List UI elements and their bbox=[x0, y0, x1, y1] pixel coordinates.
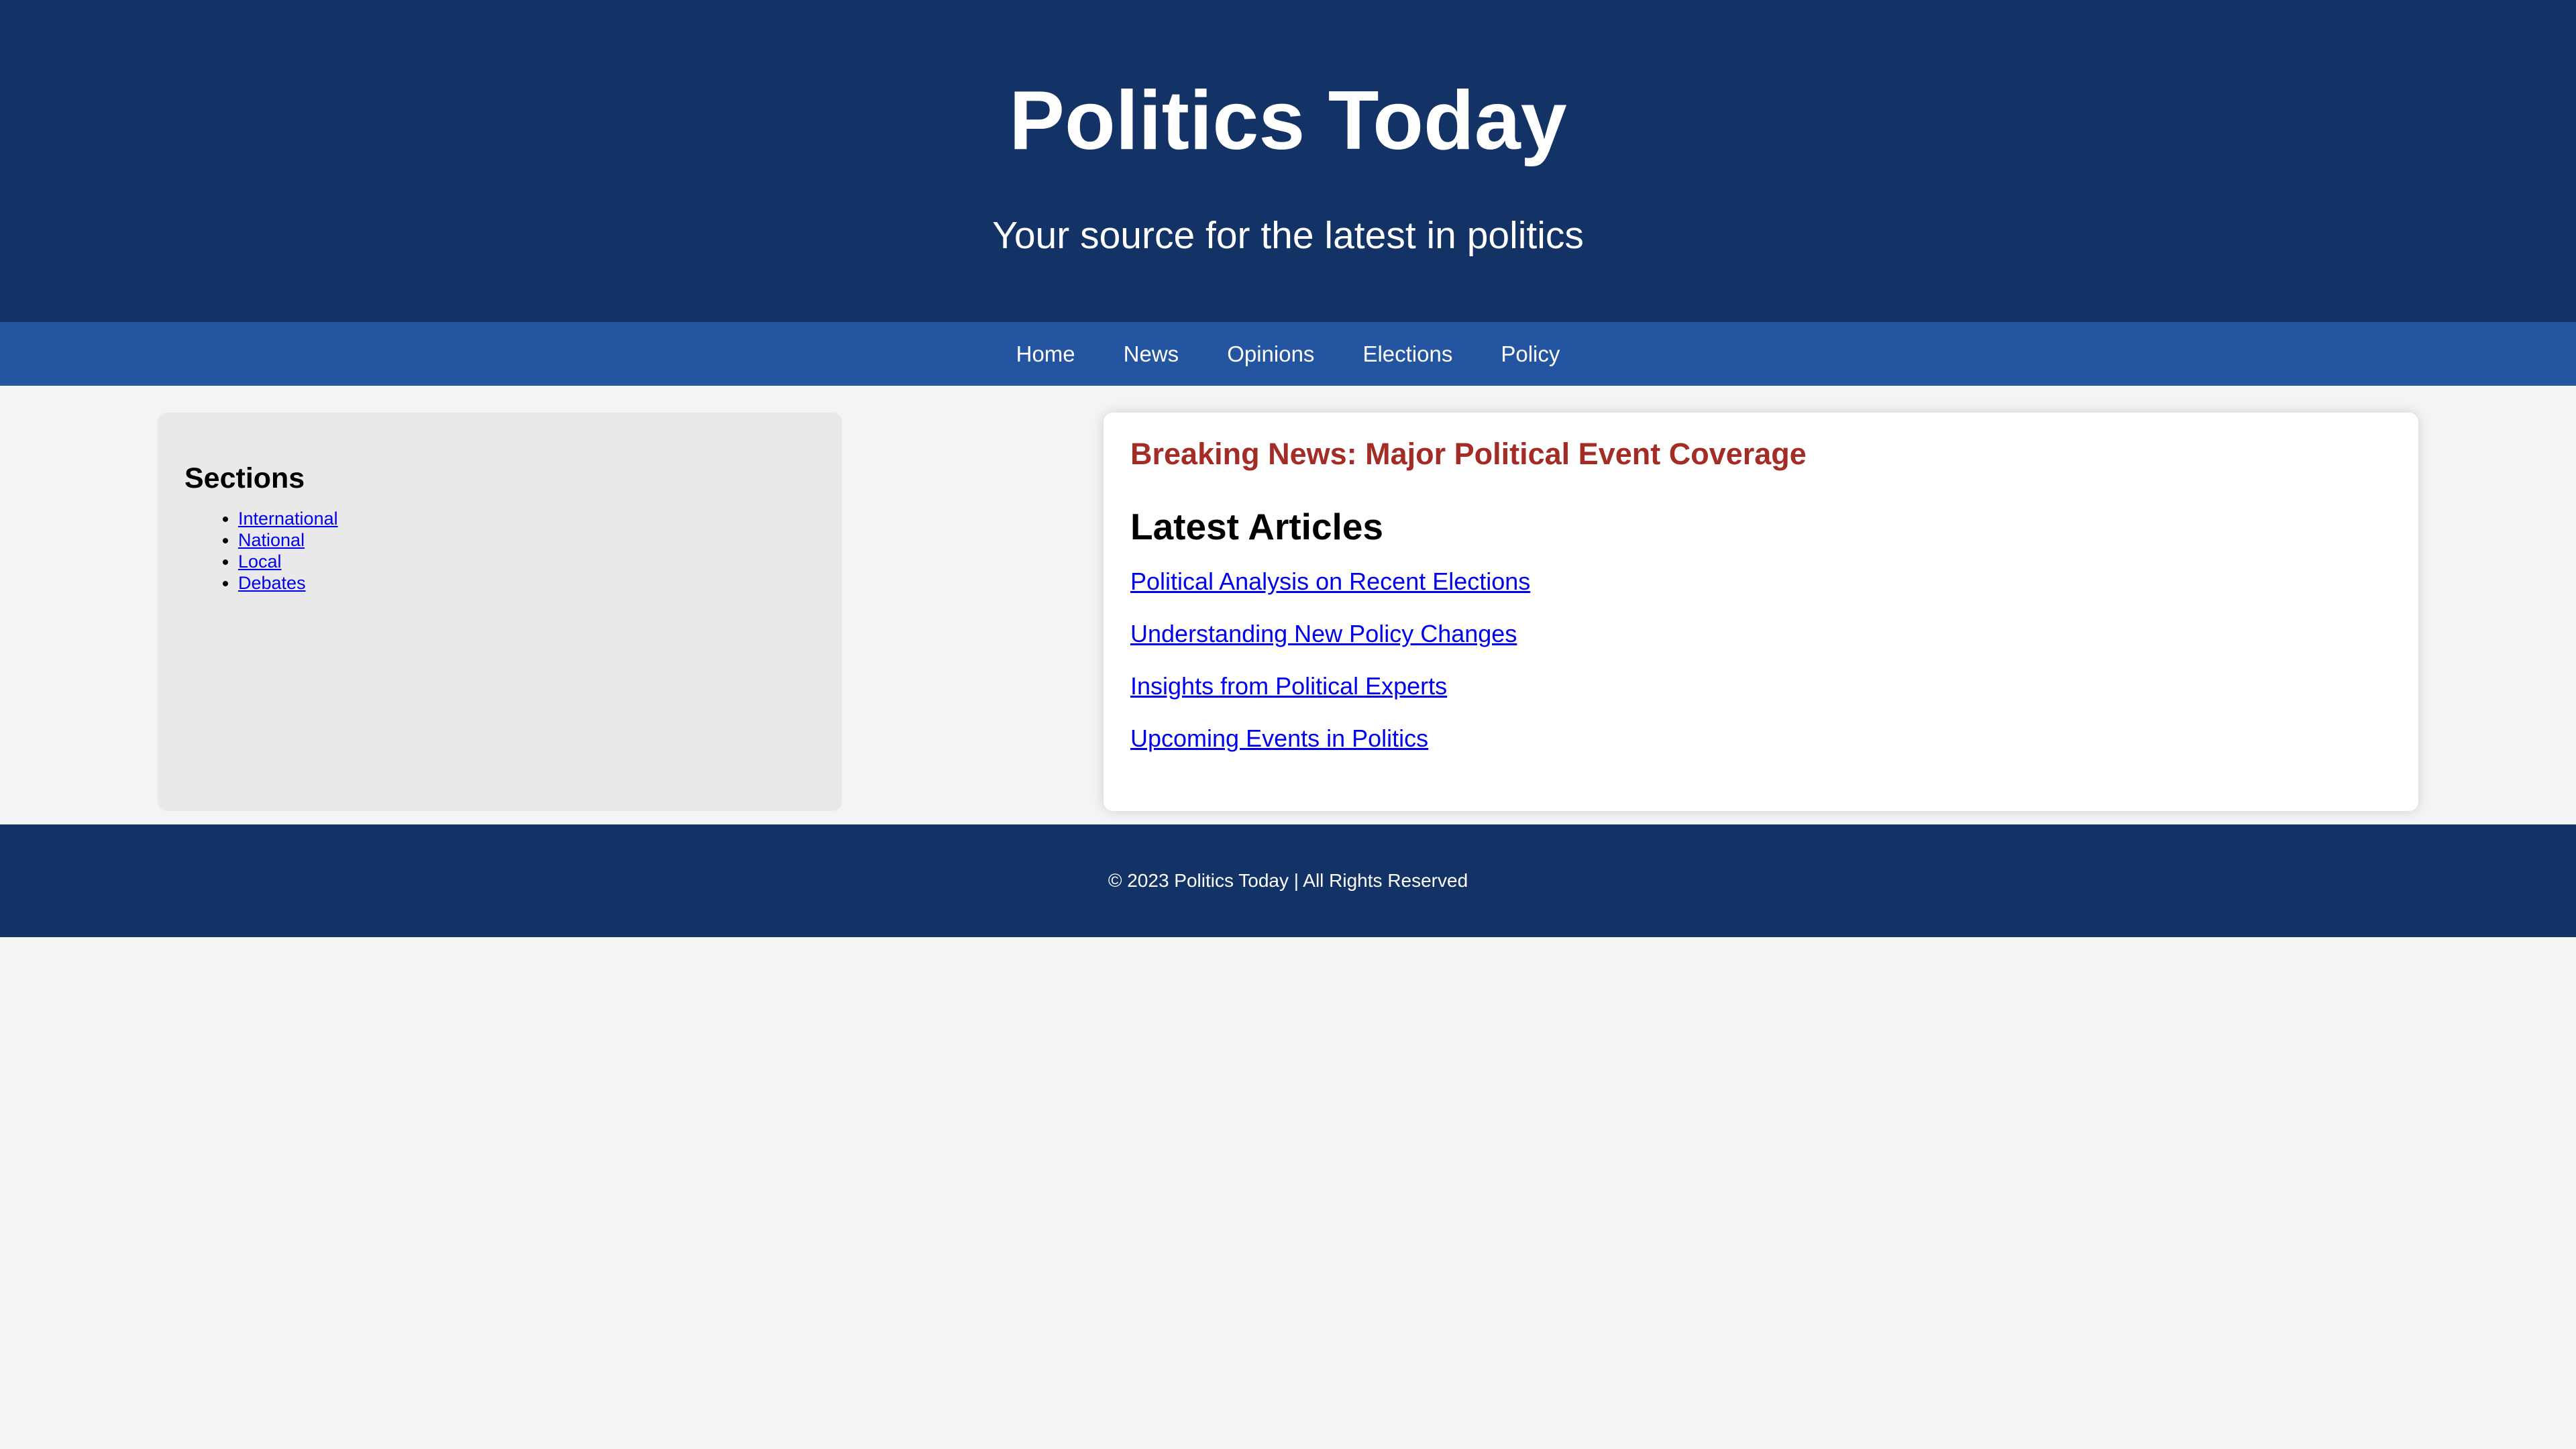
sidebar-heading: Sections bbox=[184, 462, 305, 494]
sidebar-item-national: National bbox=[238, 529, 815, 551]
site-title: Politics Today bbox=[1009, 74, 1567, 167]
nav-elections[interactable]: Elections bbox=[1338, 322, 1477, 386]
sidebar-link-international[interactable]: International bbox=[238, 508, 338, 529]
article-link-policy-changes[interactable]: Understanding New Policy Changes bbox=[1130, 620, 1517, 647]
article-item: Political Analysis on Recent Elections bbox=[1130, 566, 2392, 598]
main-content: Breaking News: Major Political Event Cov… bbox=[1104, 413, 2418, 811]
article-item: Insights from Political Experts bbox=[1130, 670, 2392, 702]
nav-opinions[interactable]: Opinions bbox=[1203, 322, 1338, 386]
latest-articles-heading: Latest Articles bbox=[1130, 506, 1383, 547]
sections-list: International National Local Debates bbox=[184, 508, 815, 594]
sections-sidebar: Sections International National Local De… bbox=[158, 413, 842, 811]
sidebar-link-national[interactable]: National bbox=[238, 530, 305, 550]
sidebar-link-debates[interactable]: Debates bbox=[238, 573, 306, 593]
site-tagline: Your source for the latest in politics bbox=[992, 214, 1584, 257]
main-nav: Home News Opinions Elections Policy bbox=[0, 322, 2576, 386]
article-link-elections-analysis[interactable]: Political Analysis on Recent Elections bbox=[1130, 568, 1530, 595]
main-area: Sections International National Local De… bbox=[0, 386, 2576, 824]
footer-copyright: © 2023 Politics Today | All Rights Reser… bbox=[1108, 870, 1468, 891]
nav-policy[interactable]: Policy bbox=[1477, 322, 1584, 386]
breaking-news-headline: Breaking News: Major Political Event Cov… bbox=[1130, 437, 1807, 471]
site-header: Politics Today Your source for the lates… bbox=[0, 0, 2576, 322]
article-item: Understanding New Policy Changes bbox=[1130, 618, 2392, 650]
sidebar-item-international: International bbox=[238, 508, 815, 529]
article-item: Upcoming Events in Politics bbox=[1130, 722, 2392, 755]
articles-list: Political Analysis on Recent Elections U… bbox=[1130, 566, 2392, 755]
sidebar-link-local[interactable]: Local bbox=[238, 551, 282, 572]
site-footer: © 2023 Politics Today | All Rights Reser… bbox=[0, 824, 2576, 937]
article-link-upcoming-events[interactable]: Upcoming Events in Politics bbox=[1130, 724, 1428, 752]
nav-home[interactable]: Home bbox=[992, 322, 1099, 386]
sidebar-item-local: Local bbox=[238, 551, 815, 572]
nav-news[interactable]: News bbox=[1099, 322, 1203, 386]
article-link-expert-insights[interactable]: Insights from Political Experts bbox=[1130, 672, 1447, 700]
sidebar-item-debates: Debates bbox=[238, 572, 815, 594]
